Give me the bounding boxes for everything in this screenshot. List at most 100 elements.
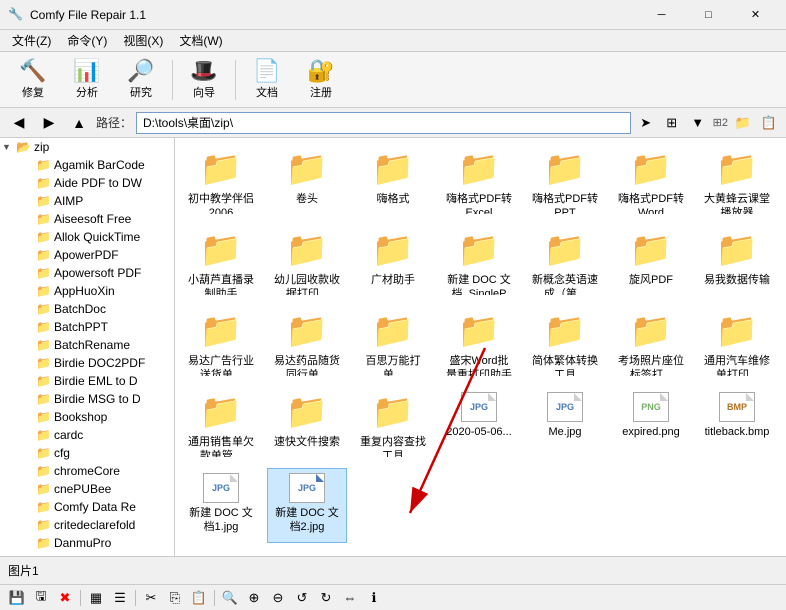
- addr-sort-button[interactable]: ▼: [687, 112, 709, 134]
- sidebar-item-10[interactable]: 📁BatchRename: [0, 336, 174, 354]
- bottom-paste-button[interactable]: 📋: [188, 588, 210, 608]
- bottom-info-button[interactable]: ℹ: [363, 588, 385, 608]
- bottom-view2-button[interactable]: ☰: [109, 588, 131, 608]
- file-item-15[interactable]: 📁易达药品随货同行单...: [267, 306, 347, 381]
- app-icon: 🔧: [8, 7, 24, 23]
- analyze-button[interactable]: 📊 分析: [62, 56, 112, 104]
- file-item-21[interactable]: 📁通用销售单欠款单管...: [181, 387, 261, 462]
- sidebar-item-19[interactable]: 📁Comfy Data Re: [0, 498, 174, 516]
- bottom-view1-button[interactable]: ▦: [85, 588, 107, 608]
- minimize-button[interactable]: ─: [639, 5, 684, 25]
- file-item-19[interactable]: 📁考场照片座位标签打...: [611, 306, 691, 381]
- file-item-9[interactable]: 📁广材助手: [353, 225, 433, 300]
- file-item-24[interactable]: JPG2020-05-06...: [439, 387, 519, 462]
- nav-back-button[interactable]: ◀: [6, 112, 32, 134]
- sidebar-item-2[interactable]: 📁AIMP: [0, 192, 174, 210]
- file-item-26[interactable]: PNGexpired.png: [611, 387, 691, 462]
- file-item-4[interactable]: 📁嗨格式PDF转PPT: [525, 144, 605, 219]
- file-item-1[interactable]: 📁卷头: [267, 144, 347, 219]
- sidebar-item-8[interactable]: 📁BatchDoc: [0, 300, 174, 318]
- bottom-cut-button[interactable]: ✂: [140, 588, 162, 608]
- sidebar-item-7[interactable]: 📁AppHuoXin: [0, 282, 174, 300]
- bottom-zoomin-button[interactable]: ⊕: [243, 588, 265, 608]
- bottom-delete-button[interactable]: ✖: [54, 588, 76, 608]
- sidebar-item-15[interactable]: 📁cardc: [0, 426, 174, 444]
- file-item-5[interactable]: 📁嗨格式PDF转Word: [611, 144, 691, 219]
- file-item-23[interactable]: 📁重复内容查找工具: [353, 387, 433, 462]
- sidebar-item-21[interactable]: 📁DanmuPro: [0, 534, 174, 552]
- close-button[interactable]: ✕: [733, 5, 778, 25]
- image-name: 图片1: [8, 562, 39, 579]
- file-item-18[interactable]: 📁简体繁体转换工具: [525, 306, 605, 381]
- nav-forward-button[interactable]: ▶: [36, 112, 62, 134]
- file-item-27[interactable]: BMPtitleback.bmp: [697, 387, 777, 462]
- addr-btn1[interactable]: 📁: [732, 112, 754, 134]
- addr-go-button[interactable]: ➤: [635, 112, 657, 134]
- file-item-8[interactable]: 📁幼儿园收款收据打印...: [267, 225, 347, 300]
- sidebar-item-20[interactable]: 📁critedeclarefold: [0, 516, 174, 534]
- addr-btn2[interactable]: 📋: [758, 112, 780, 134]
- sidebar-root-zip[interactable]: ▼ 📂 zip: [0, 138, 174, 156]
- register-button[interactable]: 🔐 注册: [296, 56, 346, 104]
- bottom-flip-button[interactable]: ↻: [315, 588, 337, 608]
- file-item-2[interactable]: 📁嗨格式: [353, 144, 433, 219]
- research-button[interactable]: 🔎 研究: [116, 56, 166, 104]
- nav-up-button[interactable]: ▲: [66, 112, 92, 134]
- file-item-13[interactable]: 📁易我数据传输: [697, 225, 777, 300]
- sidebar-item-0[interactable]: 📁Agamik BarCode: [0, 156, 174, 174]
- menu-file[interactable]: 文件(Z): [4, 30, 59, 51]
- guide-button[interactable]: 🎩 向导: [179, 56, 229, 104]
- addr-grid-button[interactable]: ⊞: [661, 112, 683, 134]
- file-item-14[interactable]: 📁易达广告行业送货单...: [181, 306, 261, 381]
- sidebar-item-12[interactable]: 📁Birdie EML to D: [0, 372, 174, 390]
- sidebar-item-18[interactable]: 📁cnePUBee: [0, 480, 174, 498]
- bottom-save-button[interactable]: 💾: [6, 588, 28, 608]
- sidebar-item-14[interactable]: 📁Bookshop: [0, 408, 174, 426]
- folder-icon-7: 📁: [36, 284, 51, 298]
- file-item-6[interactable]: 📁大黄蜂云课堂播放器: [697, 144, 777, 219]
- file-grid[interactable]: 📁初中教学伴侣2006📁卷头📁嗨格式📁嗨格式PDF转Excel📁嗨格式PDF转P…: [175, 138, 786, 556]
- sidebar-item-9[interactable]: 📁BatchPPT: [0, 318, 174, 336]
- bottom-copy-button[interactable]: ⎘: [164, 588, 186, 608]
- file-name-7: 小葫芦直播录制助手: [186, 273, 256, 295]
- file-item-17[interactable]: 📁盛宋Word批量重打印助手: [439, 306, 519, 381]
- doc-button[interactable]: 📄 文档: [242, 56, 292, 104]
- bottom-zoomout-button[interactable]: ⊖: [267, 588, 289, 608]
- repair-button[interactable]: 🔨 修复: [8, 56, 58, 104]
- file-item-16[interactable]: 📁百思万能打单...: [353, 306, 433, 381]
- file-item-22[interactable]: 📁速快文件搜索: [267, 387, 347, 462]
- bottom-sep-1: [80, 590, 81, 606]
- file-name-26: expired.png: [622, 425, 680, 439]
- file-item-12[interactable]: 📁旋风PDF: [611, 225, 691, 300]
- sidebar-item-13[interactable]: 📁Birdie MSG to D: [0, 390, 174, 408]
- sidebar-item-6[interactable]: 📁Apowersoft PDF: [0, 264, 174, 282]
- file-item-0[interactable]: 📁初中教学伴侣2006: [181, 144, 261, 219]
- bottom-mirror-button[interactable]: ⇔: [339, 588, 361, 608]
- menu-command[interactable]: 命令(Y): [59, 30, 115, 51]
- sidebar-item-16[interactable]: 📁cfg: [0, 444, 174, 462]
- file-item-7[interactable]: 📁小葫芦直播录制助手: [181, 225, 261, 300]
- file-item-29[interactable]: JPG新建 DOC 文档2.jpg: [267, 468, 347, 543]
- sidebar-item-17[interactable]: 📁chromeCore: [0, 462, 174, 480]
- sidebar-item-1[interactable]: 📁Aide PDF to DW: [0, 174, 174, 192]
- bottom-rotate-button[interactable]: ↺: [291, 588, 313, 608]
- sidebar-item-5[interactable]: 📁ApowerPDF: [0, 246, 174, 264]
- maximize-button[interactable]: □: [686, 5, 731, 25]
- file-item-11[interactable]: 📁新概念英语速成（第...: [525, 225, 605, 300]
- menu-doc[interactable]: 文档(W): [171, 30, 230, 51]
- file-item-28[interactable]: JPG新建 DOC 文档1.jpg: [181, 468, 261, 543]
- window-controls: ─ □ ✕: [639, 5, 778, 25]
- path-input[interactable]: [136, 112, 631, 134]
- file-item-10[interactable]: 📁新建 DOC 文档_SinglePa...: [439, 225, 519, 300]
- file-item-20[interactable]: 📁通用汽车维修单打印...: [697, 306, 777, 381]
- bottom-search-button[interactable]: 🔍: [219, 588, 241, 608]
- sidebar-item-3[interactable]: 📁Aiseesoft Free: [0, 210, 174, 228]
- menu-view[interactable]: 视图(X): [115, 30, 171, 51]
- bottom-save2-button[interactable]: 🖫: [30, 588, 52, 608]
- file-item-25[interactable]: JPGMe.jpg: [525, 387, 605, 462]
- sidebar-item-22[interactable]: 📁DCPropertiesEd: [0, 552, 174, 556]
- sidebar-item-11[interactable]: 📁Birdie DOC2PDF: [0, 354, 174, 372]
- sidebar-item-4[interactable]: 📁Allok QuickTime: [0, 228, 174, 246]
- folder-icon-22: 📁: [36, 554, 51, 556]
- file-item-3[interactable]: 📁嗨格式PDF转Excel: [439, 144, 519, 219]
